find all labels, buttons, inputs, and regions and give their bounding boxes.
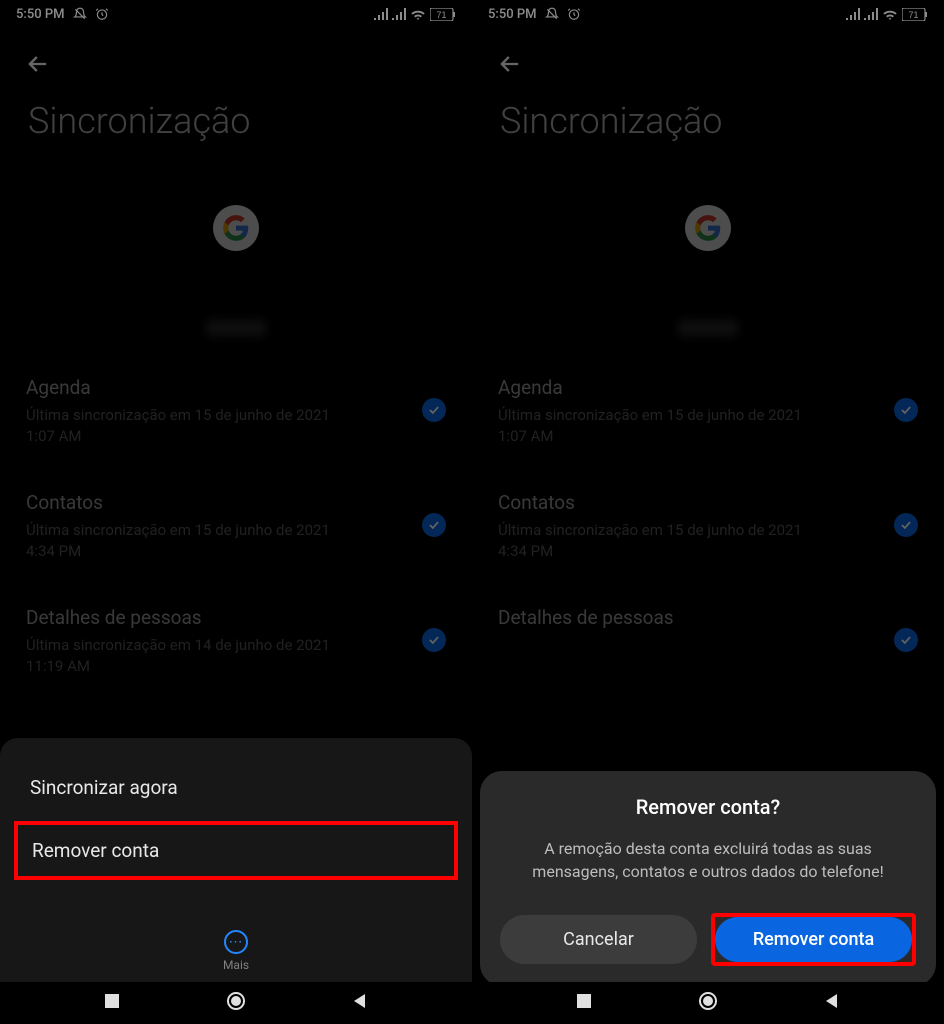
- home-button[interactable]: [698, 991, 718, 1015]
- more-label: Mais: [223, 958, 249, 972]
- remove-account-dialog: Remover conta? A remoção desta conta exc…: [480, 771, 936, 986]
- cancel-button[interactable]: Cancelar: [500, 915, 697, 964]
- home-button[interactable]: [226, 991, 246, 1015]
- highlight-box: Remover conta: [14, 821, 458, 880]
- highlight-box: Remover conta: [711, 913, 916, 966]
- right-phone-screen: 5:50 PM 71 Sincronização Agenda Última s…: [472, 0, 944, 1024]
- recents-button[interactable]: [575, 992, 593, 1014]
- confirm-remove-button[interactable]: Remover conta: [715, 917, 912, 962]
- dialog-text: A remoção desta conta excluirá todas as …: [500, 837, 916, 883]
- back-nav-button[interactable]: [351, 992, 369, 1014]
- bottom-sheet-menu: Sincronizar agora Remover conta ⋯ Mais: [0, 738, 472, 986]
- android-navbar: [472, 982, 944, 1024]
- recents-button[interactable]: [103, 992, 121, 1014]
- back-nav-button[interactable]: [823, 992, 841, 1014]
- remove-account-option[interactable]: Remover conta: [18, 825, 454, 876]
- left-phone-screen: 5:50 PM 71 Sincronização Agenda Última s…: [0, 0, 472, 1024]
- android-navbar: [0, 982, 472, 1024]
- more-dots-icon: ⋯: [224, 930, 248, 954]
- sync-now-option[interactable]: Sincronizar agora: [0, 758, 472, 817]
- dialog-title: Remover conta?: [500, 795, 916, 819]
- more-button[interactable]: ⋯ Mais: [0, 884, 472, 972]
